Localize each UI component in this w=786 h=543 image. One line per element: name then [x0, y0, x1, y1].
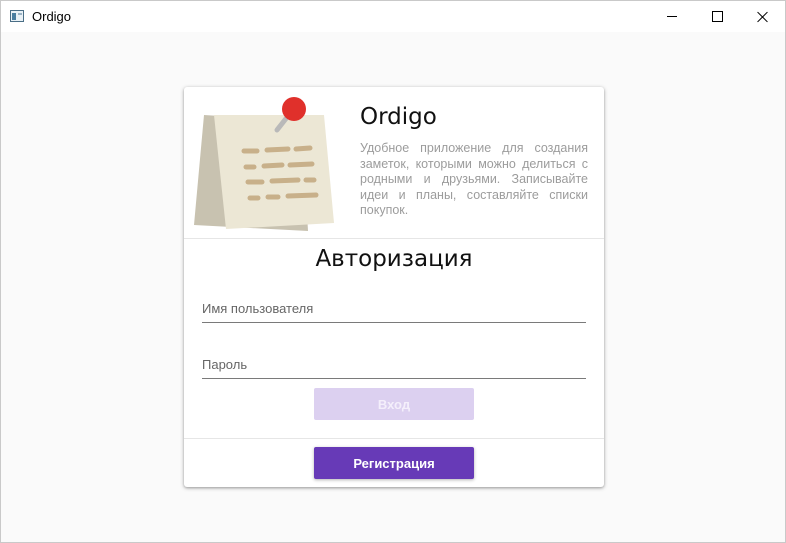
title-bar[interactable]: Ordigo [1, 1, 785, 32]
divider [184, 438, 604, 439]
register-button[interactable]: Регистрация [314, 447, 474, 479]
close-icon [757, 11, 769, 23]
maximize-icon [711, 11, 723, 22]
sticky-note-pin-icon [194, 97, 334, 231]
username-field[interactable]: Имя пользователя [202, 293, 586, 323]
minimize-button[interactable] [649, 1, 695, 32]
maximize-button[interactable] [694, 1, 740, 32]
password-underline [202, 378, 586, 379]
password-input[interactable] [202, 349, 586, 379]
login-button[interactable]: Вход [314, 388, 474, 420]
brand-title: Ordigo [360, 104, 437, 130]
username-underline [202, 322, 586, 323]
password-field[interactable]: Пароль [202, 349, 586, 379]
brand-description: Удобное приложение для создания заметок,… [360, 141, 588, 217]
minimize-icon [667, 16, 677, 17]
close-button[interactable] [740, 1, 786, 32]
divider [184, 238, 604, 239]
window-title: Ordigo [32, 9, 72, 24]
username-input[interactable] [202, 293, 586, 323]
app-icon [10, 10, 24, 22]
app-window: Ordigo Ordigo Удобное приложение для соз… [0, 0, 786, 543]
login-card: Ordigo Удобное приложение для создания з… [184, 87, 604, 487]
auth-title: Авторизация [315, 246, 473, 272]
